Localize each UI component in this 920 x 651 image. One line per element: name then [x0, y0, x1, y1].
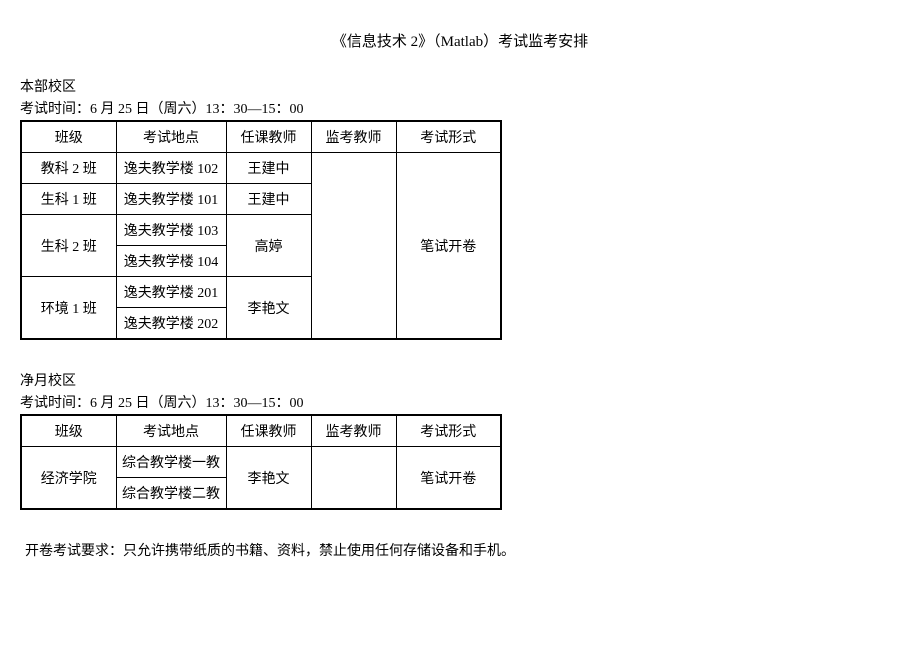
header-proctor: 监考教师: [311, 415, 396, 447]
table-header-row: 班级 考试地点 任课教师 监考教师 考试形式: [21, 415, 501, 447]
header-class: 班级: [21, 415, 116, 447]
cell-teacher: 高婷: [226, 215, 311, 277]
exam-time-main: 考试时间：6 月 25 日（周六）13：30—15：00: [20, 98, 900, 118]
cell-proctor: [311, 447, 396, 510]
cell-class: 生科 2 班: [21, 215, 116, 277]
cell-location: 逸夫教学楼 101: [116, 184, 226, 215]
header-format: 考试形式: [396, 121, 501, 153]
cell-teacher: 李艳文: [226, 277, 311, 340]
cell-location: 逸夫教学楼 202: [116, 308, 226, 340]
table-row: 经济学院 综合教学楼一教 李艳文 笔试开卷: [21, 447, 501, 478]
section-main-campus: 本部校区 考试时间：6 月 25 日（周六）13：30—15：00 班级 考试地…: [20, 76, 900, 340]
header-teacher: 任课教师: [226, 415, 311, 447]
exam-time-jingyue: 考试时间：6 月 25 日（周六）13：30—15：00: [20, 392, 900, 412]
cell-location: 综合教学楼二教: [116, 478, 226, 510]
cell-class: 经济学院: [21, 447, 116, 510]
header-location: 考试地点: [116, 121, 226, 153]
section-jingyue-campus: 净月校区 考试时间：6 月 25 日（周六）13：30—15：00 班级 考试地…: [20, 370, 900, 510]
cell-class: 环境 1 班: [21, 277, 116, 340]
document-title: 《信息技术 2》（Matlab）考试监考安排: [20, 30, 900, 51]
table-header-row: 班级 考试地点 任课教师 监考教师 考试形式: [21, 121, 501, 153]
campus-name-main: 本部校区: [20, 76, 900, 96]
cell-teacher: 王建中: [226, 184, 311, 215]
cell-teacher: 王建中: [226, 153, 311, 184]
header-format: 考试形式: [396, 415, 501, 447]
schedule-table-jingyue: 班级 考试地点 任课教师 监考教师 考试形式 经济学院 综合教学楼一教 李艳文 …: [20, 414, 502, 510]
schedule-table-main: 班级 考试地点 任课教师 监考教师 考试形式 教科 2 班 逸夫教学楼 102 …: [20, 120, 502, 340]
cell-location: 逸夫教学楼 104: [116, 246, 226, 277]
header-location: 考试地点: [116, 415, 226, 447]
cell-class: 生科 1 班: [21, 184, 116, 215]
cell-location: 综合教学楼一教: [116, 447, 226, 478]
cell-location: 逸夫教学楼 201: [116, 277, 226, 308]
table-row: 教科 2 班 逸夫教学楼 102 王建中 笔试开卷: [21, 153, 501, 184]
header-proctor: 监考教师: [311, 121, 396, 153]
cell-class: 教科 2 班: [21, 153, 116, 184]
cell-location: 逸夫教学楼 103: [116, 215, 226, 246]
campus-name-jingyue: 净月校区: [20, 370, 900, 390]
cell-format: 笔试开卷: [396, 447, 501, 510]
header-teacher: 任课教师: [226, 121, 311, 153]
cell-location: 逸夫教学楼 102: [116, 153, 226, 184]
cell-proctor: [311, 153, 396, 340]
cell-format: 笔试开卷: [396, 153, 501, 340]
footer-note: 开卷考试要求：只允许携带纸质的书籍、资料，禁止使用任何存储设备和手机。: [20, 540, 900, 560]
cell-teacher: 李艳文: [226, 447, 311, 510]
header-class: 班级: [21, 121, 116, 153]
